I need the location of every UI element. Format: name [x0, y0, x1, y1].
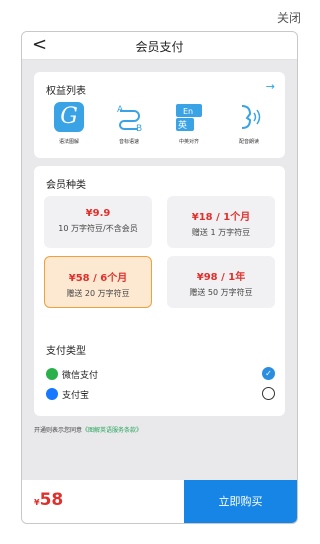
- radio-unchecked-icon[interactable]: [262, 387, 275, 400]
- feature-grammar[interactable]: G 语法图解: [44, 102, 94, 145]
- feature-label: 音标语速: [118, 139, 139, 145]
- phone-frame: < 会员支付 权益列表 → G 语法图解 A B 音标语速 En 英 中英对齐 …: [21, 31, 298, 524]
- total-amount: 58: [39, 490, 64, 510]
- pay-method-name: 支付宝: [62, 391, 90, 401]
- svg-text:B: B: [136, 124, 142, 132]
- feature-voice[interactable]: 配音朗读: [224, 102, 274, 145]
- agreement-prefix: 开通则表示您同意: [34, 427, 83, 434]
- payment-type-card: 支付类型 微信支付 ✓ 支付宝: [34, 332, 285, 416]
- feature-phonetic[interactable]: A B 音标语速: [104, 102, 154, 145]
- page-title: 会员支付: [135, 40, 184, 54]
- feature-label: 中英对齐: [178, 139, 199, 145]
- payment-title: 支付类型: [46, 346, 86, 357]
- svg-text:A: A: [117, 105, 124, 115]
- en-cn-glyph: 英: [178, 121, 188, 131]
- feature-align[interactable]: En 英 中英对齐: [164, 102, 214, 145]
- plan-desc: 赠送 50 万字符豆: [189, 288, 253, 297]
- close-link[interactable]: 关闭: [277, 9, 301, 26]
- plan-option-1year[interactable]: ¥98 / 1年 赠送 50 万字符豆: [167, 256, 275, 308]
- wechat-pay-icon: [46, 368, 58, 380]
- feature-label: 语法图解: [58, 139, 79, 145]
- plan-desc: 赠送 20 万字符豆: [66, 289, 130, 298]
- svg-text:En: En: [183, 107, 193, 116]
- arrow-right-icon[interactable]: →: [266, 80, 275, 93]
- plan-option-6month[interactable]: ¥58 / 6个月 赠送 20 万字符豆: [44, 256, 152, 308]
- benefits-title: 权益列表: [46, 86, 86, 97]
- agreement-text: 开通则表示您同意《图解英语服务条款》: [34, 425, 142, 434]
- plan-price: ¥9.9: [85, 208, 111, 219]
- en-cn-align-icon: En 英: [174, 102, 204, 132]
- pay-method-wechat[interactable]: 微信支付 ✓: [46, 366, 275, 382]
- grammar-g-icon: G: [54, 102, 84, 132]
- pay-method-name: 微信支付: [62, 371, 99, 381]
- alipay-icon: [46, 388, 58, 400]
- pay-method-alipay[interactable]: 支付宝: [46, 386, 275, 402]
- radio-checked-icon[interactable]: ✓: [262, 367, 275, 380]
- phonetic-ab-icon: A B: [114, 102, 144, 134]
- plan-price: ¥98 / 1年: [196, 272, 246, 283]
- benefits-card: 权益列表 → G 语法图解 A B 音标语速 En 英 中英对齐 配音朗读: [34, 72, 285, 158]
- header-bar: < 会员支付: [22, 32, 297, 60]
- member-title: 会员种类: [46, 180, 86, 191]
- checkout-bar: ¥58 立即购买: [22, 480, 297, 523]
- total-price: ¥58: [34, 490, 63, 510]
- plan-desc: 赠送 1 万字符豆: [191, 228, 251, 237]
- plan-option-trial[interactable]: ¥9.9 10 万字符豆/不含会员: [44, 196, 152, 248]
- plan-price: ¥18 / 1个月: [191, 212, 251, 223]
- member-type-card: 会员种类 ¥9.9 10 万字符豆/不含会员 ¥18 / 1个月 赠送 1 万字…: [34, 166, 285, 354]
- voice-read-icon: [234, 102, 264, 132]
- buy-now-button[interactable]: 立即购买: [184, 480, 297, 523]
- feature-label: 配音朗读: [238, 139, 259, 145]
- plan-price: ¥58 / 6个月: [68, 273, 128, 284]
- terms-link[interactable]: 《图解英语服务条款》: [82, 427, 142, 434]
- plan-option-1month[interactable]: ¥18 / 1个月 赠送 1 万字符豆: [167, 196, 275, 248]
- plan-desc: 10 万字符豆/不含会员: [58, 224, 138, 233]
